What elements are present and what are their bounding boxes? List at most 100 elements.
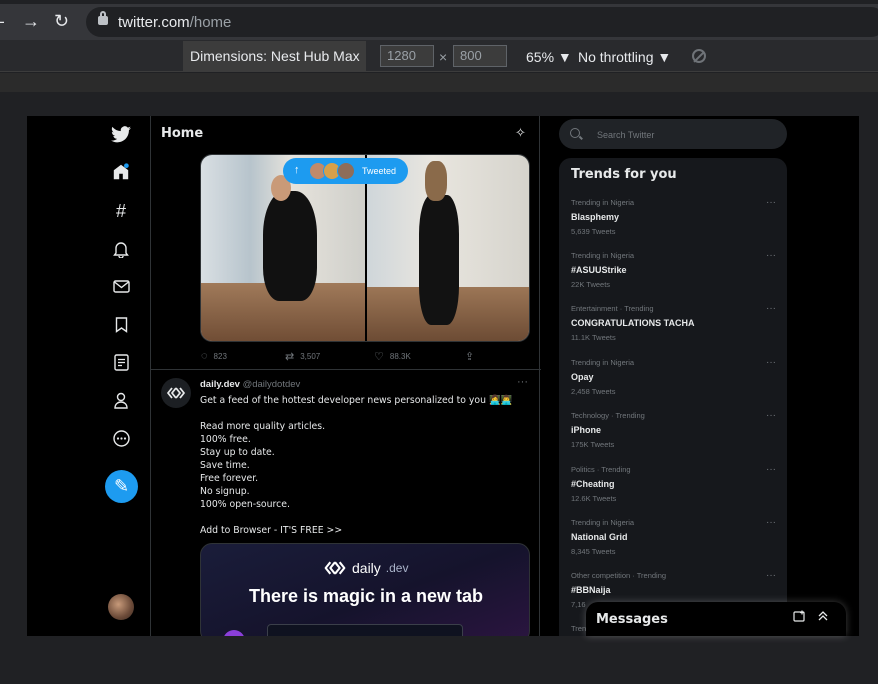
trends-title: Trends for you bbox=[571, 167, 677, 182]
trend-name: CONGRATULATIONS TACHA bbox=[571, 318, 695, 328]
dimension-separator: × bbox=[439, 49, 448, 65]
tweet-link-line[interactable]: Add to Browser - IT'S FREE >> bbox=[200, 524, 530, 537]
retweet-button[interactable]: ⇄ 3,507 bbox=[285, 350, 320, 363]
bookmarks-icon[interactable] bbox=[110, 314, 132, 336]
more-dots-icon[interactable]: ··· bbox=[766, 410, 776, 421]
author-handle[interactable]: @dailydotdev bbox=[243, 379, 301, 390]
trend-name: Opay bbox=[571, 372, 594, 382]
messages-title: Messages bbox=[596, 612, 668, 627]
new-message-icon[interactable] bbox=[793, 610, 806, 625]
more-dots-icon[interactable]: ··· bbox=[517, 376, 528, 388]
new-tweets-pill[interactable]: ↑ Tweeted bbox=[283, 158, 408, 184]
back-arrow-icon[interactable]: – bbox=[0, 11, 4, 31]
expand-chevrons-icon[interactable] bbox=[817, 610, 829, 625]
trend-meta: Trending in Nigeria bbox=[571, 198, 635, 207]
trend-item[interactable]: Trending in Nigeria National Grid 8,345 Tw… bbox=[571, 517, 776, 568]
lists-icon[interactable] bbox=[110, 351, 132, 373]
url-path: /home bbox=[189, 14, 232, 31]
forward-arrow-icon[interactable]: → bbox=[22, 11, 40, 31]
promo-screenshot bbox=[267, 624, 463, 636]
compose-tweet-button[interactable]: ✎ bbox=[105, 470, 138, 503]
tweet-line: Get a feed of the hottest developer news… bbox=[200, 395, 513, 406]
promo-headline: There is magic in a new tab bbox=[248, 586, 484, 606]
daily-dev-logo: daily .dev bbox=[323, 560, 408, 576]
avatar bbox=[337, 162, 355, 180]
reply-button[interactable]: ◌ 823 bbox=[201, 350, 227, 362]
notifications-bell-icon[interactable] bbox=[110, 238, 132, 260]
promo-orb bbox=[223, 630, 245, 636]
trend-name: #Cheating bbox=[571, 479, 615, 489]
messages-envelope-icon[interactable] bbox=[110, 275, 132, 297]
explore-hashtag-icon[interactable]: # bbox=[110, 200, 132, 222]
ruler-strip bbox=[0, 73, 878, 92]
feather-plus-icon: ✎ bbox=[113, 476, 130, 496]
zoom-select[interactable]: 65% ▼ bbox=[526, 49, 572, 65]
home-icon[interactable] bbox=[110, 161, 132, 183]
top-tweets-sparkle-icon[interactable]: ✧ bbox=[515, 125, 526, 141]
search-placeholder: Search Twitter bbox=[597, 130, 655, 140]
arrow-up-icon: ↑ bbox=[294, 164, 300, 176]
retweet-icon: ⇄ bbox=[285, 351, 295, 363]
retweet-count: 3,507 bbox=[300, 352, 321, 361]
daily-dev-avatar[interactable] bbox=[161, 378, 191, 408]
more-options-circle-icon[interactable] bbox=[110, 427, 132, 449]
profile-icon[interactable] bbox=[110, 389, 132, 411]
dropdown-caret-icon: ▼ bbox=[657, 49, 672, 65]
account-avatar[interactable] bbox=[108, 594, 134, 620]
tweet-line: 100% open-source. bbox=[200, 499, 290, 510]
trend-meta: Politics · Trending bbox=[571, 465, 631, 474]
home-timeline: Home ✧ ↑ Tweeted ◌ 823 ⇄ 3,507 ♡ 88.3K ⇪ bbox=[150, 116, 541, 636]
twitter-logo-icon[interactable] bbox=[110, 123, 132, 145]
trend-item[interactable]: Politics · Trending #Cheating 12.6K Tweets… bbox=[571, 464, 776, 515]
trend-count: 175K Tweets bbox=[571, 440, 615, 449]
tweet-line: Free forever. bbox=[200, 473, 259, 484]
tweet-line: No signup. bbox=[200, 486, 250, 497]
throttling-label: No throttling bbox=[578, 49, 654, 65]
promo-card[interactable]: daily .dev There is magic in a new tab bbox=[200, 543, 530, 636]
tweet-author-line[interactable]: daily.dev @dailydotdev bbox=[200, 379, 300, 390]
browser-address-bar: – → ↻ twitter.com/home bbox=[0, 0, 878, 40]
share-button[interactable]: ⇪ bbox=[465, 350, 474, 363]
trend-name: #BBNaija bbox=[571, 585, 611, 595]
trend-item[interactable]: Trending in Nigeria Opay 2,458 Tweets ··· bbox=[571, 357, 776, 408]
trend-count: 5,639 Tweets bbox=[571, 227, 616, 236]
url-field[interactable]: twitter.com/home bbox=[86, 7, 878, 37]
trend-item[interactable]: Technology · Trending iPhone 175K Tweets ··… bbox=[571, 410, 776, 461]
trend-count: 2,458 Tweets bbox=[571, 387, 616, 396]
trend-name: National Grid bbox=[571, 532, 628, 542]
more-dots-icon[interactable]: ··· bbox=[766, 250, 776, 261]
lock-icon bbox=[98, 11, 108, 25]
tweet-text: Get a feed of the hottest developer news… bbox=[200, 394, 530, 537]
more-dots-icon[interactable]: ··· bbox=[766, 570, 776, 581]
more-dots-icon[interactable]: ··· bbox=[766, 197, 776, 208]
tweet-line: 100% free. bbox=[200, 434, 251, 445]
more-dots-icon[interactable]: ··· bbox=[766, 303, 776, 314]
tweeted-label: Tweeted bbox=[362, 166, 397, 176]
trend-name: Blasphemy bbox=[571, 212, 620, 222]
trend-item[interactable]: Trending in Nigeria Blasphemy 5,639 Tweets… bbox=[571, 197, 776, 248]
device-width-input[interactable]: 1280 bbox=[380, 45, 434, 67]
device-height-input[interactable]: 800 bbox=[453, 45, 507, 67]
like-button[interactable]: ♡ 88.3K bbox=[374, 350, 411, 363]
reload-icon[interactable]: ↻ bbox=[54, 11, 69, 31]
like-count: 88.3K bbox=[389, 352, 411, 361]
dimensions-label: Dimensions: Nest Hub Max bbox=[190, 48, 360, 64]
reply-bubble-icon: ◌ bbox=[201, 350, 208, 362]
more-dots-icon[interactable]: ··· bbox=[766, 464, 776, 475]
tweet-line: Save time. bbox=[200, 460, 250, 471]
messages-drawer[interactable]: Messages bbox=[586, 602, 846, 636]
trend-name: iPhone bbox=[571, 425, 602, 435]
more-dots-icon[interactable]: ··· bbox=[766, 517, 776, 528]
more-dots-icon[interactable]: ··· bbox=[766, 357, 776, 368]
trend-item[interactable]: Entertainment · Trending CONGRATULATIONS … bbox=[571, 303, 776, 354]
device-dimensions-select[interactable]: Dimensions: Nest Hub Max ▼ bbox=[183, 41, 366, 94]
rotate-icon[interactable] bbox=[692, 49, 706, 63]
trend-item[interactable]: Trending in Nigeria #ASUUStrike 22K Tweets… bbox=[571, 250, 776, 301]
trend-count: 8,345 Tweets bbox=[571, 547, 616, 556]
search-input[interactable]: Search Twitter bbox=[559, 119, 787, 149]
throttling-select[interactable]: No throttling ▼ bbox=[578, 49, 671, 65]
trend-meta: Trending in Nigeria bbox=[571, 358, 635, 367]
author-name[interactable]: daily.dev bbox=[200, 379, 240, 390]
search-icon bbox=[570, 128, 580, 138]
tweet-line bbox=[200, 511, 530, 524]
